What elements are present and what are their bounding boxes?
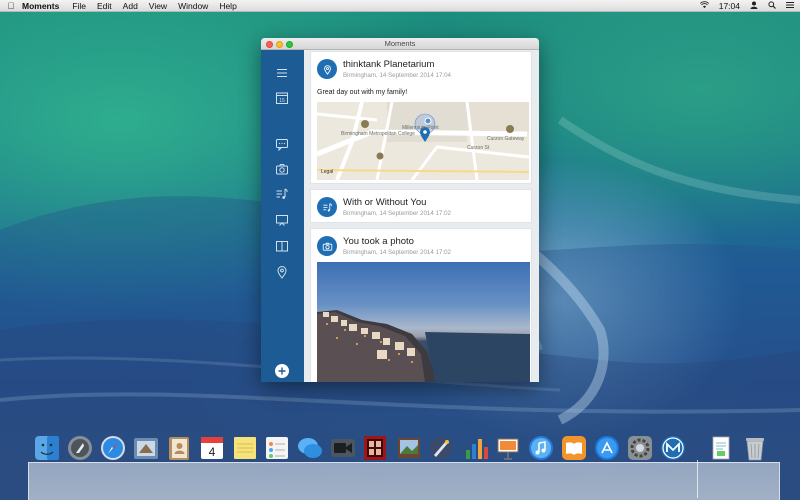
coastal-town-photo: [317, 310, 530, 382]
dock-pixelmator[interactable]: [428, 434, 454, 462]
zoom-button[interactable]: [286, 40, 293, 48]
dock-messages[interactable]: [297, 434, 323, 462]
dock-numbers[interactable]: [463, 434, 489, 462]
dock-iphoto[interactable]: [396, 434, 422, 462]
user-icon[interactable]: [750, 1, 758, 11]
moments-window: Moments 15 thinktank Planetarium Birming…: [261, 38, 539, 382]
location-pin-icon: [317, 59, 337, 79]
plus-icon: [278, 367, 286, 375]
moment-meta: Birmingham, 14 September 2014 17:04: [343, 72, 452, 79]
list-icon[interactable]: [786, 1, 794, 11]
location-pin-icon[interactable]: [274, 264, 290, 280]
window-titlebar[interactable]: Moments: [261, 38, 539, 50]
sidebar: 15: [261, 50, 304, 382]
menu-bar:  Moments File Edit Add View Window Help…: [0, 0, 800, 12]
moment-card-music[interactable]: With or Without You Birmingham, 14 Septe…: [310, 189, 532, 223]
window-title: Moments: [384, 39, 416, 48]
camera-icon[interactable]: [274, 161, 290, 177]
map-label-college: Birmingham Metropolitan College: [341, 131, 415, 137]
moment-meta: Birmingham, 14 September 2014 17:02: [343, 249, 452, 256]
screen-icon[interactable]: [274, 212, 290, 228]
dock-app-store[interactable]: [594, 434, 620, 462]
moment-photo[interactable]: [317, 262, 530, 382]
moments-feed[interactable]: thinktank Planetarium Birmingham, 14 Sep…: [308, 51, 535, 382]
hamburger-menu-icon[interactable]: [274, 65, 290, 81]
book-icon[interactable]: [274, 238, 290, 254]
moment-text: Great day out with my family!: [317, 89, 408, 96]
location-map[interactable]: Birmingham Metropolitan College Millenni…: [317, 102, 529, 180]
map-label-millennium: Millennium Point: [402, 125, 439, 131]
add-moment-button[interactable]: [275, 364, 289, 378]
map-label-curzon-gateway: Curzon Gateway: [487, 136, 525, 142]
dock-photo-booth[interactable]: [362, 434, 388, 462]
search-icon[interactable]: [768, 1, 776, 11]
menu-view[interactable]: View: [149, 1, 167, 11]
wifi-icon[interactable]: [699, 1, 709, 11]
moment-title: thinktank Planetarium: [343, 59, 435, 70]
calendar-icon[interactable]: 15: [274, 90, 290, 106]
message-icon[interactable]: [274, 136, 290, 152]
menu-add[interactable]: Add: [123, 1, 138, 11]
menu-window[interactable]: Window: [178, 1, 208, 11]
music-icon[interactable]: [274, 186, 290, 202]
dock-contacts[interactable]: [166, 434, 192, 462]
moment-card-location[interactable]: thinktank Planetarium Birmingham, 14 Sep…: [310, 51, 532, 184]
menu-edit[interactable]: Edit: [97, 1, 112, 11]
dock-itunes[interactable]: [528, 434, 554, 462]
dock-preview[interactable]: [708, 434, 734, 462]
dock-launchpad[interactable]: [67, 434, 93, 462]
moment-card-photo[interactable]: You took a photo Birmingham, 14 Septembe…: [310, 228, 532, 382]
dock-system-preferences[interactable]: [627, 434, 653, 462]
minimize-button[interactable]: [276, 40, 283, 48]
dock-trash[interactable]: [742, 434, 768, 462]
menu-file[interactable]: File: [72, 1, 86, 11]
menu-clock[interactable]: 17:04: [719, 1, 740, 11]
moment-meta: Birmingham, 14 September 2014 17:02: [343, 210, 452, 217]
calendar-day: 15: [279, 98, 285, 104]
close-button[interactable]: [266, 40, 273, 48]
apple-icon[interactable]: : [0, 1, 22, 11]
map-label-curzon-st: Curzon St: [467, 145, 490, 151]
dock-reminders[interactable]: [264, 434, 290, 462]
dock-separator: [697, 460, 698, 498]
camera-icon: [317, 236, 337, 256]
dock-finder[interactable]: [34, 434, 60, 462]
moment-title: You took a photo: [343, 236, 414, 247]
dock-moments[interactable]: [660, 434, 686, 462]
dock-calendar-day: 4: [209, 445, 216, 459]
dock-notes[interactable]: [232, 434, 258, 462]
menu-app-name[interactable]: Moments: [22, 1, 59, 11]
music-icon: [317, 197, 337, 217]
dock-mail[interactable]: [133, 434, 159, 462]
dock-safari[interactable]: [100, 434, 126, 462]
moment-title: With or Without You: [343, 197, 427, 208]
menu-help[interactable]: Help: [219, 1, 236, 11]
dock-ibooks[interactable]: [561, 434, 587, 462]
dock: [28, 462, 780, 500]
dock-facetime[interactable]: [330, 434, 356, 462]
dock-keynote[interactable]: [495, 434, 521, 462]
map-legal-link[interactable]: Legal: [321, 169, 333, 176]
dock-calendar[interactable]: 4: [199, 434, 225, 462]
